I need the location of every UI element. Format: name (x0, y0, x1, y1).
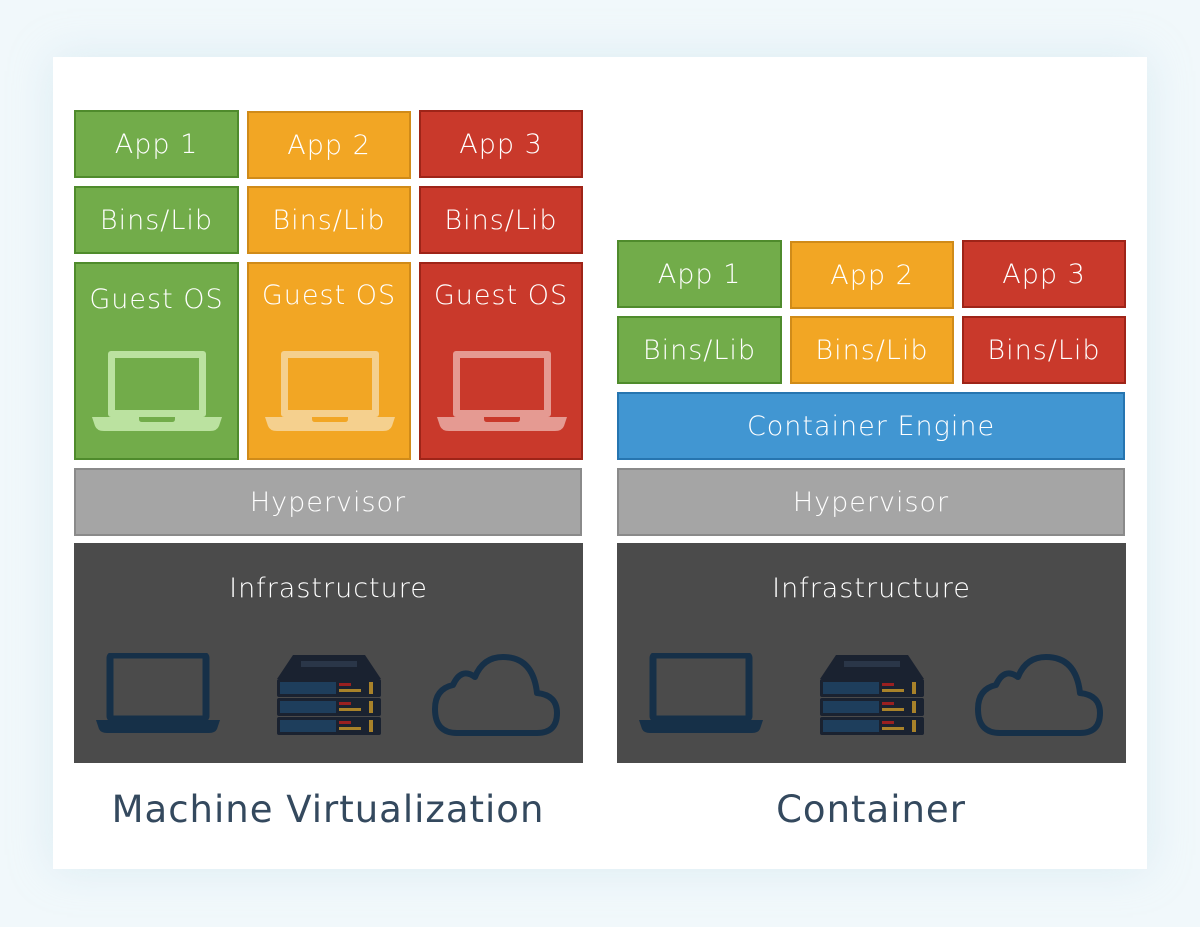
vm-infrastructure: Infrastructure (74, 543, 583, 763)
server-rack-icon (820, 655, 924, 735)
server-unit (277, 717, 381, 735)
infrastructure-label: Infrastructure (229, 573, 428, 604)
server-unit (820, 679, 924, 697)
vm-app-3: App 3 (419, 110, 583, 178)
guest-os-label: Guest OS (433, 280, 569, 311)
ct-bins-lib-2: Bins/Lib (790, 316, 954, 384)
laptop-icon (265, 351, 395, 431)
ct-container-engine: Container Engine (617, 392, 1125, 460)
vm-bins-lib-1: Bins/Lib (74, 186, 239, 254)
server-unit (820, 717, 924, 735)
server-rack-icon (277, 655, 381, 735)
vm-app-1: App 1 (74, 110, 239, 178)
server-unit (277, 698, 381, 716)
guest-os-label: Guest OS (261, 280, 397, 311)
server-unit (820, 698, 924, 716)
vm-guest-os-1: Guest OS (74, 262, 239, 460)
vm-bins-lib-3: Bins/Lib (419, 186, 583, 254)
vm-guest-os-2: Guest OS (247, 262, 411, 460)
vm-guest-os-3: Guest OS (419, 262, 583, 460)
server-unit (277, 679, 381, 697)
ct-app-3: App 3 (962, 240, 1126, 308)
ct-bins-lib-1: Bins/Lib (617, 316, 782, 384)
ct-app-1: App 1 (617, 240, 782, 308)
cloud-icon (432, 654, 560, 736)
vm-hypervisor: Hypervisor (74, 468, 582, 536)
ct-hypervisor: Hypervisor (617, 468, 1125, 536)
ct-bins-lib-3: Bins/Lib (962, 316, 1126, 384)
ct-app-2: App 2 (790, 241, 954, 309)
cloud-icon (975, 654, 1103, 736)
machine-virtualization-caption: Machine Virtualization (111, 788, 545, 831)
guest-os-label: Guest OS (89, 284, 224, 315)
laptop-icon (92, 351, 222, 431)
laptop-icon (639, 653, 763, 733)
container-caption: Container (776, 788, 966, 831)
vm-bins-lib-2: Bins/Lib (247, 186, 411, 254)
vm-app-2: App 2 (247, 111, 411, 179)
laptop-icon (437, 351, 567, 431)
laptop-icon (96, 653, 220, 733)
infrastructure-label: Infrastructure (772, 573, 971, 604)
ct-infrastructure: Infrastructure (617, 543, 1126, 763)
